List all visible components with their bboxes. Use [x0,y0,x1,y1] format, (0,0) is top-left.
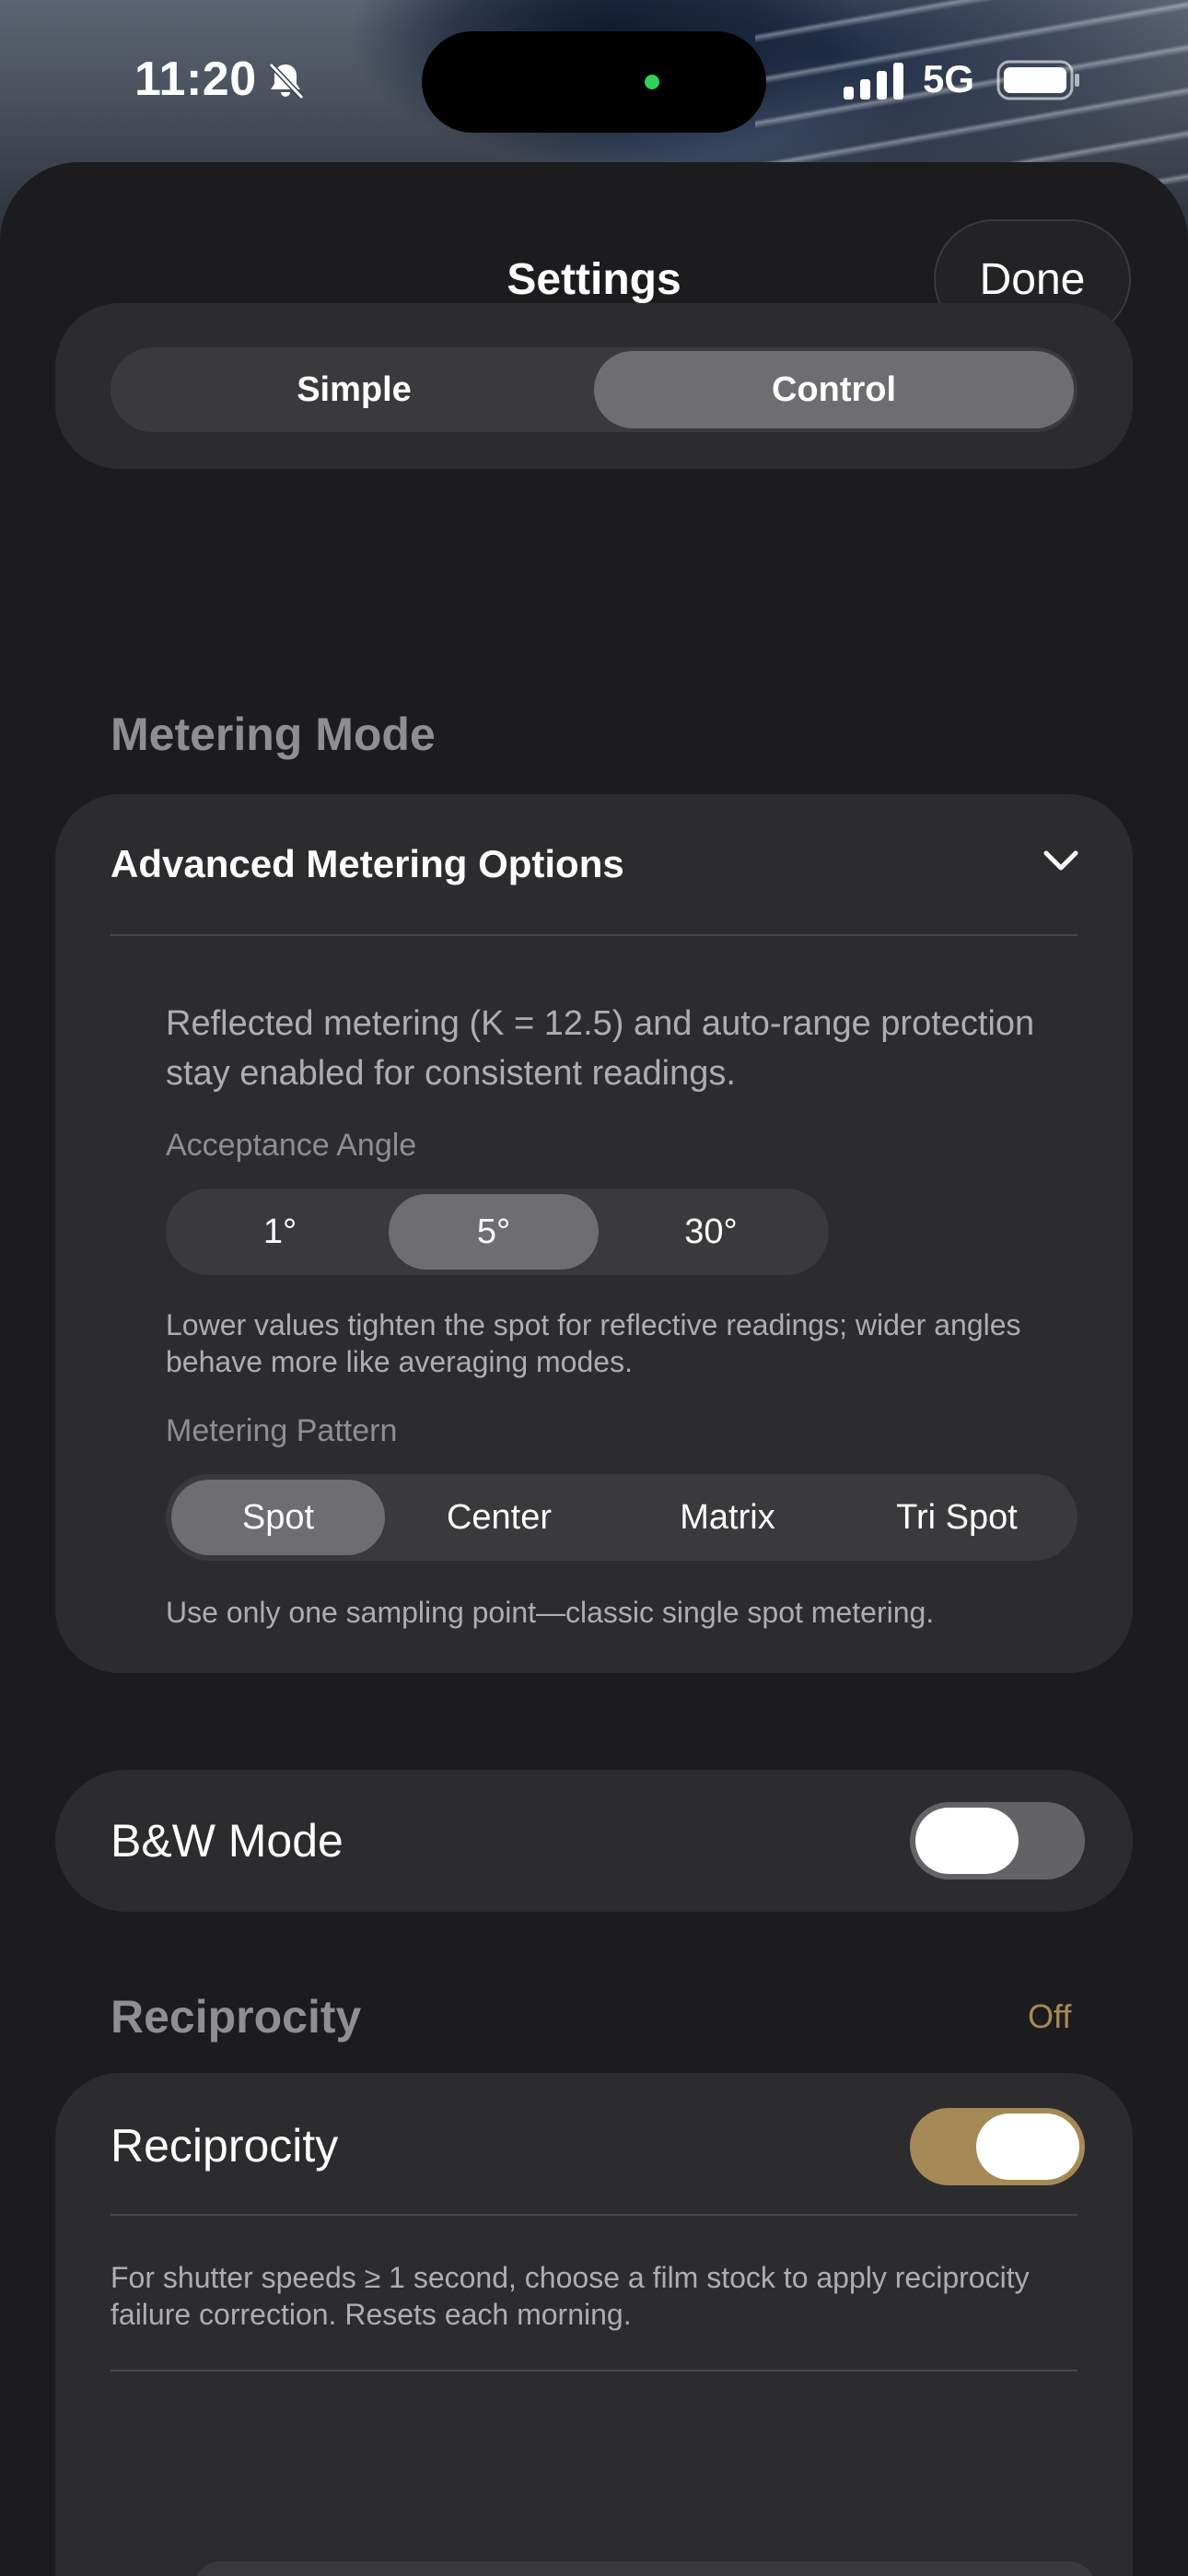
pattern-option-matrix[interactable]: Matrix [613,1480,842,1555]
toggle-knob [976,2113,1079,2180]
acceptance-angle-label: Acceptance Angle [166,1128,417,1163]
bw-mode-card: B&W Mode [55,1770,1133,1912]
advanced-metering-header[interactable]: Advanced Metering Options [111,842,624,886]
bw-mode-label: B&W Mode [111,1815,344,1867]
mode-selector-card: Simple Control [55,303,1133,469]
metering-description: Reflected metering (K = 12.5) and auto-r… [166,1004,1035,1093]
divider [111,2214,1077,2216]
acceptance-angle-hint: Lower values tighten the spot for reflec… [166,1308,1021,1378]
camera-indicator-dot [645,75,659,89]
reciprocity-section-title: Reciprocity [111,1991,362,2043]
metering-pattern-control: Spot Center Matrix Tri Spot [166,1474,1077,1561]
dynamic-island [422,31,766,133]
reciprocity-toggle[interactable] [910,2108,1085,2185]
bell-slash-icon [268,62,305,100]
pattern-option-spot[interactable]: Spot [171,1480,385,1555]
advanced-metering-card: Advanced Metering Options Reflected mete… [55,794,1133,1673]
cellular-signal-icon [844,63,903,100]
metering-section-title: Metering Mode [111,708,436,760]
angle-option-5[interactable]: 5° [389,1194,599,1270]
reciprocity-status: Off [1028,1997,1072,2035]
pattern-option-center[interactable]: Center [385,1480,613,1555]
metering-pattern-hint: Use only one sampling point—classic sing… [166,1596,935,1629]
divider [111,934,1077,936]
reciprocity-toggle-label: Reciprocity [111,2120,339,2172]
metering-pattern-label: Metering Pattern [166,1413,398,1448]
angle-option-30[interactable]: 30° [599,1194,823,1270]
film-stock-picker[interactable] [193,2561,1096,2576]
status-bar: 11:20 5G [0,0,1188,157]
reciprocity-hint: For shutter speeds ≥ 1 second, choose a … [111,2261,1030,2331]
chevron-down-icon[interactable] [1042,848,1079,875]
divider [111,2370,1077,2371]
mode-segmented-control: Simple Control [111,347,1077,432]
angle-option-1[interactable]: 1° [171,1194,389,1270]
toggle-knob [915,1808,1019,1874]
mode-option-simple[interactable]: Simple [114,351,594,428]
mode-option-control[interactable]: Control [594,351,1074,428]
pattern-option-tri-spot[interactable]: Tri Spot [842,1480,1072,1555]
bw-mode-toggle[interactable] [910,1802,1085,1879]
acceptance-angle-control: 1° 5° 30° [166,1188,829,1275]
network-type: 5G [923,57,975,100]
status-time: 11:20 [134,53,257,106]
battery-icon [996,60,1079,100]
reciprocity-card: Reciprocity For shutter speeds ≥ 1 secon… [55,2073,1133,2576]
